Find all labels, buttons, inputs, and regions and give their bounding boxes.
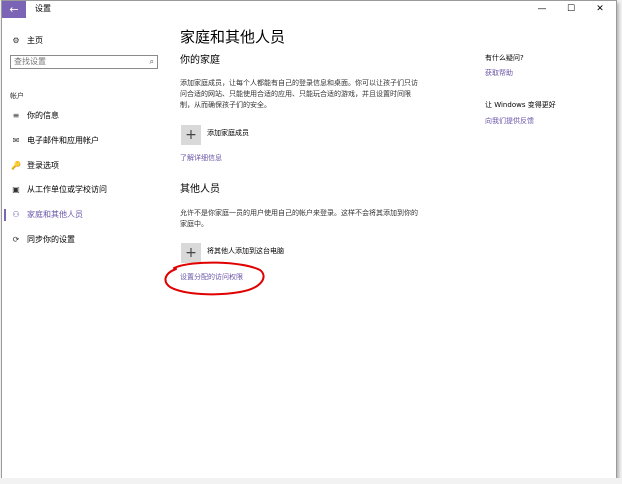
gear-icon: ⚙ bbox=[12, 36, 20, 45]
minimize-button[interactable]: — bbox=[527, 1, 557, 18]
sidebar-item-home[interactable]: ⚙ 主页 bbox=[2, 31, 167, 51]
sidebar-item-sync[interactable]: ⟳ 同步你的设置 bbox=[2, 230, 167, 250]
search-input[interactable] bbox=[14, 56, 138, 68]
sidebar-item-email-accounts[interactable]: ✉ 电子邮件和应用帐户 bbox=[2, 131, 167, 151]
get-help-link[interactable]: 获取帮助 bbox=[485, 68, 513, 79]
sidebar-item-work-school[interactable]: ▣ 从工作单位或学校访问 bbox=[2, 180, 167, 200]
section-label: 帐户 bbox=[10, 92, 24, 100]
sidebar-item-label: 从工作单位或学校访问 bbox=[27, 185, 107, 194]
maximize-button[interactable]: ☐ bbox=[556, 1, 586, 18]
sidebar-item-label: 电子邮件和应用帐户 bbox=[27, 136, 99, 145]
search-icon[interactable]: ⌕ bbox=[150, 56, 154, 68]
search-box[interactable]: ⌕ bbox=[10, 55, 158, 69]
window-title: 设置 bbox=[35, 4, 51, 13]
improve-windows-label: 让 Windows 变得更好 bbox=[485, 101, 556, 109]
red-circle-annotation bbox=[164, 261, 265, 296]
sidebar: ⚙ 主页 ⌕ 帐户 ≡ 你的信息 ✉ 电子邮件和应用帐户 🔑 登录选项 ▣ 从工… bbox=[2, 18, 167, 479]
page-background-strip bbox=[0, 478, 622, 484]
person-list-icon: ≡ bbox=[12, 111, 20, 120]
add-other-person-button[interactable]: 将其他人添加到这台电脑 bbox=[207, 246, 284, 257]
sidebar-item-label: 主页 bbox=[27, 36, 43, 45]
family-heading: 你的家庭 bbox=[180, 55, 220, 66]
page-title: 家庭和其他人员 bbox=[180, 28, 286, 46]
learn-more-link[interactable]: 了解详细信息 bbox=[180, 153, 222, 164]
sidebar-item-sign-in-options[interactable]: 🔑 登录选项 bbox=[2, 156, 167, 176]
close-button[interactable]: ✕ bbox=[585, 1, 615, 18]
back-button[interactable]: ← bbox=[2, 1, 26, 18]
family-description: 添加家庭成员，让每个人都能有自己的登录信息和桌面。你可以让孩子们只访问合适的网站… bbox=[180, 79, 418, 109]
mail-icon: ✉ bbox=[12, 136, 20, 145]
settings-window: ← 设置 — ☐ ✕ ⚙ 主页 ⌕ 帐户 ≡ 你的信息 ✉ 电子邮件和应用帐户 … bbox=[1, 0, 617, 480]
add-family-plus-icon[interactable]: + bbox=[181, 125, 201, 145]
title-bar: ← 设置 — ☐ ✕ bbox=[2, 1, 616, 18]
sidebar-item-label: 登录选项 bbox=[27, 161, 59, 170]
add-family-member-button[interactable]: 添加家庭成员 bbox=[207, 128, 249, 139]
briefcase-icon: ▣ bbox=[12, 185, 20, 194]
key-icon: 🔑 bbox=[11, 161, 21, 170]
feedback-link[interactable]: 向我们提供反馈 bbox=[485, 116, 534, 127]
sidebar-item-label: 同步你的设置 bbox=[27, 235, 75, 244]
others-heading: 其他人员 bbox=[180, 184, 220, 195]
active-indicator bbox=[4, 209, 6, 221]
others-description: 允许不是你家庭一员的用户使用自己的帐户来登录。这样不会将其添加到你的家庭中。 bbox=[180, 209, 418, 228]
sidebar-item-your-info[interactable]: ≡ 你的信息 bbox=[2, 106, 167, 126]
sidebar-item-label: 你的信息 bbox=[27, 111, 59, 120]
back-arrow-icon: ← bbox=[9, 3, 19, 16]
sync-icon: ⟳ bbox=[12, 235, 20, 244]
sidebar-item-family[interactable]: ⚇ 家庭和其他人员 bbox=[2, 205, 167, 225]
people-icon: ⚇ bbox=[12, 210, 20, 219]
help-question: 有什么疑问? bbox=[485, 54, 524, 62]
sidebar-item-label: 家庭和其他人员 bbox=[27, 210, 83, 219]
